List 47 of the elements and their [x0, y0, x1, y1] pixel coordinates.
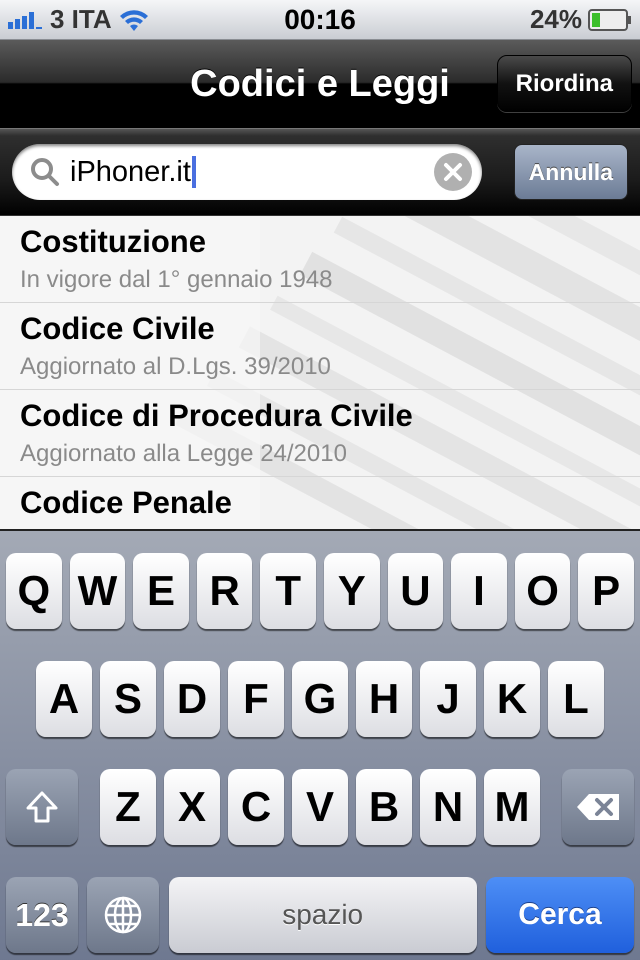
- keyboard-key[interactable]: T: [260, 553, 316, 629]
- signal-icon: [8, 10, 44, 30]
- keyboard-key[interactable]: Y: [324, 553, 380, 629]
- keyboard-key[interactable]: V: [292, 769, 348, 845]
- keyboard-key[interactable]: J: [420, 661, 476, 737]
- keyboard-key[interactable]: Q: [6, 553, 62, 629]
- keyboard-key[interactable]: U: [388, 553, 444, 629]
- keyboard-key[interactable]: C: [228, 769, 284, 845]
- keyboard-key[interactable]: H: [356, 661, 412, 737]
- screen-title: Codici e Leggi: [190, 62, 450, 106]
- keyboard-key[interactable]: M: [484, 769, 540, 845]
- globe-key[interactable]: [87, 877, 160, 953]
- reorder-button[interactable]: Riordina: [496, 55, 632, 112]
- keyboard-key[interactable]: X: [164, 769, 220, 845]
- keyboard-key[interactable]: S: [100, 661, 156, 737]
- keyboard-key[interactable]: G: [292, 661, 348, 737]
- search-icon: [30, 157, 60, 187]
- keyboard-key[interactable]: E: [133, 553, 189, 629]
- shift-key[interactable]: [6, 769, 78, 845]
- keyboard-key[interactable]: W: [70, 553, 126, 629]
- keyboard-key[interactable]: D: [164, 661, 220, 737]
- keyboard-key[interactable]: A: [36, 661, 92, 737]
- space-bar[interactable]: spazio: [168, 877, 477, 953]
- clock: 00:16: [284, 4, 356, 36]
- keyboard-key[interactable]: P: [578, 553, 634, 629]
- keyboard-key[interactable]: N: [420, 769, 476, 845]
- battery-icon: [588, 8, 632, 30]
- wifi-icon: [118, 8, 150, 32]
- keyboard-key[interactable]: F: [228, 661, 284, 737]
- globe-icon: [103, 895, 144, 935]
- keyboard-key[interactable]: B: [356, 769, 412, 845]
- battery-percent: 24%: [530, 4, 582, 35]
- law-list-item[interactable]: Costituzione In vigore dal 1° gennaio 1948: [0, 216, 640, 303]
- keyboard-key[interactable]: Z: [100, 769, 156, 845]
- search-field[interactable]: iPhoner.it: [12, 144, 482, 200]
- keyboard-key[interactable]: R: [196, 553, 252, 629]
- keyboard-key[interactable]: O: [514, 553, 570, 629]
- law-list-item[interactable]: Codice di Procedura Civile Aggiornato alla Legge 24/2010: [0, 390, 640, 477]
- backspace-key[interactable]: [562, 769, 634, 845]
- backspace-icon: [575, 792, 621, 822]
- keyboard-key[interactable]: L: [548, 661, 604, 737]
- shift-icon: [25, 790, 59, 824]
- carrier-name: 3 ITA: [50, 4, 112, 35]
- search-key[interactable]: Cerca: [486, 877, 634, 953]
- law-list-item[interactable]: Codice Civile Aggiornato al D.Lgs. 39/2010: [0, 303, 640, 390]
- keyboard-key[interactable]: I: [451, 553, 507, 629]
- keyboard-key[interactable]: K: [484, 661, 540, 737]
